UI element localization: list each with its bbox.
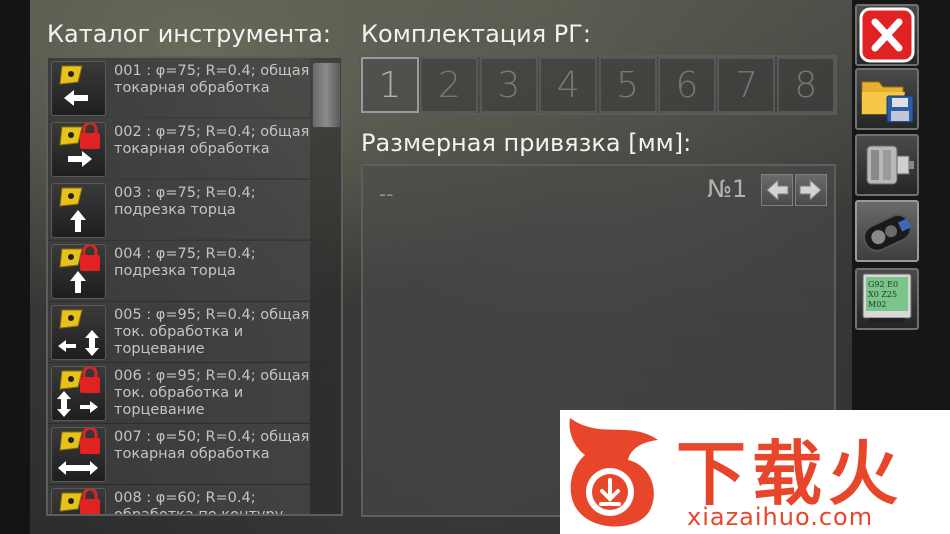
tool-list-item[interactable]: 008 : φ=60; R=0.4; обработка по контуру (48, 485, 310, 516)
tool-list-item[interactable]: 004 : φ=75; R=0.4; подрезка торца (48, 241, 310, 301)
next-button[interactable] (795, 174, 827, 206)
tool-list-item[interactable]: 002 : φ=75; R=0.4; общая токарная обрабо… (48, 119, 310, 179)
watermark-logo-icon (569, 418, 658, 527)
kit-tab-7[interactable]: 7 (717, 57, 776, 113)
watermark: 下载火 xiazaihuo.com (560, 410, 950, 534)
kit-tab-1[interactable]: 1 (361, 57, 419, 113)
catalog-title: Каталог инструмента: (47, 20, 331, 48)
tool-list-item[interactable]: 001 : φ=75; R=0.4; общая токарная обрабо… (48, 58, 310, 118)
tool-insert-icon (51, 61, 106, 116)
monitor-program-icon: G92 E0 X0 Z25 M02 (862, 273, 912, 323)
watermark-url: xiazaihuo.com (687, 503, 874, 531)
tool-insert-icon (51, 244, 106, 299)
tool-description: 008 : φ=60; R=0.4; обработка по контуру (114, 490, 284, 516)
save-file-button[interactable] (855, 68, 919, 130)
tool-insert-icon (51, 305, 106, 360)
catalog-scrollbar[interactable] (312, 62, 341, 128)
tool-description: 007 : φ=50; R=0.4; общая токарная обрабо… (114, 429, 310, 462)
close-button[interactable] (855, 4, 919, 66)
kit-tab-4[interactable]: 4 (539, 57, 598, 113)
chuck-icon (866, 145, 914, 185)
binding-value: -- (379, 182, 394, 206)
tool-description: 003 : φ=75; R=0.4; подрезка торца (114, 185, 256, 218)
lock-icon (80, 489, 100, 514)
lock-icon (80, 245, 100, 271)
lock-icon (80, 428, 100, 454)
tool-list-item[interactable]: 005 : φ=95; R=0.4; общая ток. обработка … (48, 302, 310, 362)
prev-button[interactable] (761, 174, 793, 206)
kit-tabs: 12345678 (359, 55, 837, 115)
arrow-right-icon (799, 178, 822, 202)
screen-line-2: X0 Z25 (868, 290, 897, 299)
kit-tab-6[interactable]: 6 (658, 57, 716, 113)
tool-description: 005 : φ=95; R=0.4; общая ток. обработка … (114, 307, 310, 357)
chuck-button[interactable] (855, 134, 919, 196)
tool-list-item[interactable]: 007 : φ=50; R=0.4; общая токарная обрабо… (48, 424, 310, 484)
kit-tab-8[interactable]: 8 (776, 57, 835, 113)
screen-line-3: M02 (868, 300, 886, 309)
left-edge (0, 0, 30, 534)
folder-save-icon (861, 81, 914, 123)
tool-description: 004 : φ=75; R=0.4; подрезка торца (114, 246, 256, 279)
tool-catalog-panel[interactable]: 001 : φ=75; R=0.4; общая токарная обрабо… (46, 56, 343, 516)
kit-tab-5[interactable]: 5 (598, 57, 657, 113)
tool-insert-icon (51, 427, 106, 482)
arrow-left-icon (766, 178, 789, 202)
kit-title: Комплектация РГ: (361, 20, 592, 48)
tool-insert-icon (51, 488, 106, 514)
screen-line-1: G92 E0 (868, 280, 898, 289)
binding-title: Размерная привязка [мм]: (361, 129, 692, 157)
tool-insert-icon (51, 366, 106, 421)
kit-tab-2[interactable]: 2 (420, 57, 479, 113)
kit-tab-3[interactable]: 3 (479, 57, 538, 113)
lock-icon (80, 123, 100, 149)
close-icon (859, 7, 915, 63)
tool-catalog-list[interactable]: 001 : φ=75; R=0.4; общая токарная обрабо… (48, 58, 310, 516)
tool-insert-icon (51, 183, 106, 238)
tool-list-item[interactable]: 003 : φ=75; R=0.4; подрезка торца (48, 180, 310, 240)
binding-number: №1 (707, 175, 748, 203)
program-button[interactable]: G92 E0 X0 Z25 M02 (855, 268, 919, 330)
tool-insert-icon (51, 122, 106, 177)
tool-description: 002 : φ=75; R=0.4; общая токарная обрабо… (114, 124, 310, 157)
turret-icon (863, 213, 912, 252)
tool-description: 006 : φ=95; R=0.4; общая ток. обработка … (114, 368, 310, 418)
tool-description: 001 : φ=75; R=0.4; общая токарная обрабо… (114, 63, 310, 96)
tool-list-item[interactable]: 006 : φ=95; R=0.4; общая ток. обработка … (48, 363, 310, 423)
turret-button[interactable] (855, 200, 919, 262)
lock-icon (80, 367, 100, 393)
